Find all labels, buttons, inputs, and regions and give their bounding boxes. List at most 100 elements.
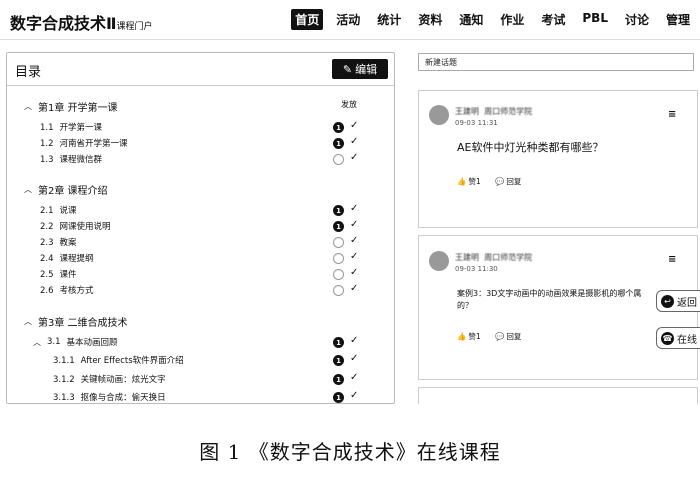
chevron-up-icon[interactable]: ︿ — [24, 101, 38, 112]
post-author: 王建明 周口师范学院 — [455, 106, 532, 117]
nav-manage[interactable]: 管理 — [662, 9, 694, 30]
nav-notices[interactable]: 通知 — [455, 9, 487, 30]
back-button[interactable]: ↩ 返回 — [656, 290, 700, 312]
section-label: 考核方式 — [59, 286, 94, 296]
nav-assignments[interactable]: 作业 — [496, 9, 528, 30]
nav-exams[interactable]: 考试 — [537, 9, 569, 30]
section-1-2[interactable]: 1.2 河南省开学第一课 — [40, 137, 128, 149]
task-count-badge: 1 — [333, 337, 344, 348]
top-bar: 数字合成技术Ⅱ课程门户 首页 活动 统计 资料 通知 作业 考试 PBL 讨论 … — [0, 0, 700, 40]
check-icon[interactable]: ✓ — [350, 235, 358, 246]
chapter-1[interactable]: ︿ 第1章 开学第一课 — [24, 99, 118, 114]
section-label: 教案 — [59, 238, 77, 248]
reply-label: 回复 — [506, 177, 522, 186]
check-icon[interactable]: ✓ — [350, 267, 358, 278]
reply-button[interactable]: 💬 回复 — [495, 176, 521, 187]
section-label: 基本动画回顾 — [66, 338, 118, 348]
chapter-2[interactable]: ︿ 第2章 课程介绍 — [24, 182, 108, 197]
headset-icon: ☎ — [661, 331, 674, 345]
task-count-badge: 1 — [333, 205, 344, 216]
author-dept: 周口师范学院 — [484, 253, 533, 262]
discussion-post-1[interactable]: 王建明 周口师范学院 09-03 11:31 ≡ AE软件中灯光种类都有哪些？ … — [418, 90, 698, 228]
check-icon[interactable]: ✓ — [350, 353, 358, 364]
empty-status-icon — [333, 154, 344, 165]
edit-button[interactable]: ✎ 编辑 — [332, 59, 388, 79]
section-number: 2.5 — [40, 270, 54, 280]
section-1-3[interactable]: 1.3 课程微信群 — [40, 153, 102, 165]
section-2-4[interactable]: 2.4 课程提纲 — [40, 252, 94, 264]
task-count-badge: 1 — [333, 221, 344, 232]
main-nav: 首页 活动 统计 资料 通知 作业 考试 PBL 讨论 管理 — [282, 9, 694, 30]
section-number: 2.2 — [40, 222, 54, 232]
check-icon[interactable]: ✓ — [350, 120, 358, 131]
nav-pbl[interactable]: PBL — [578, 9, 612, 30]
post-author: 王建明 周口师范学院 — [455, 252, 532, 263]
back-icon: ↩ — [661, 294, 674, 308]
section-number: 1.3 — [40, 155, 54, 165]
check-icon[interactable]: ✓ — [350, 372, 358, 383]
section-3-1-2[interactable]: 3.1.2 关键帧动画：炫光文字 — [53, 373, 166, 385]
chevron-up-icon[interactable]: ︿ — [33, 337, 47, 348]
section-number: 2.3 — [40, 238, 54, 248]
edit-label: 编辑 — [355, 63, 378, 76]
post-question[interactable]: 案例3：3D文字动画中的动画效果是摄影机的哪个属 的？ — [457, 288, 641, 312]
section-2-1[interactable]: 2.1 说课 — [40, 204, 77, 216]
section-number: 1.1 — [40, 123, 54, 133]
check-icon[interactable]: ✓ — [350, 335, 358, 346]
back-label: 返回 — [677, 297, 697, 309]
chapter-3[interactable]: ︿ 第3章 二维合成技术 — [24, 314, 128, 329]
section-3-1[interactable]: ︿ 3.1 基本动画回顾 — [33, 336, 118, 348]
menu-icon[interactable]: ≡ — [668, 109, 676, 120]
like-button[interactable]: 👍 赞1 — [457, 331, 481, 342]
chapter-label: 第3章 二维合成技术 — [38, 318, 128, 329]
pencil-icon: ✎ — [342, 62, 353, 76]
comment-icon: 💬 — [495, 332, 505, 341]
check-icon[interactable]: ✓ — [350, 251, 358, 262]
avatar[interactable] — [429, 251, 449, 271]
section-2-6[interactable]: 2.6 考核方式 — [40, 284, 94, 296]
nav-statistics[interactable]: 统计 — [373, 9, 405, 30]
check-icon[interactable]: ✓ — [350, 136, 358, 147]
section-number: 2.4 — [40, 254, 54, 264]
check-icon[interactable]: ✓ — [350, 390, 358, 401]
discussion-post-3[interactable] — [418, 387, 698, 404]
check-icon[interactable]: ✓ — [350, 152, 358, 163]
avatar[interactable] — [429, 105, 449, 125]
toc-header: 目录 ✎ 编辑 — [7, 53, 394, 86]
task-count-badge: 1 — [333, 138, 344, 149]
nav-home[interactable]: 首页 — [291, 9, 324, 30]
chevron-up-icon[interactable]: ︿ — [24, 184, 38, 195]
online-support-button[interactable]: ☎ 在线 — [656, 327, 700, 349]
nav-discussion[interactable]: 讨论 — [621, 9, 653, 30]
like-button[interactable]: 👍 赞1 — [457, 176, 481, 187]
check-icon[interactable]: ✓ — [350, 219, 358, 230]
author-name: 王建明 — [455, 253, 479, 262]
like-count: 赞1 — [468, 332, 481, 341]
section-2-2[interactable]: 2.2 网课使用说明 — [40, 220, 111, 232]
section-2-3[interactable]: 2.3 教案 — [40, 236, 77, 248]
check-icon[interactable]: ✓ — [350, 283, 358, 294]
check-icon[interactable]: ✓ — [350, 203, 358, 214]
section-3-1-1[interactable]: 3.1.1 After Effects软件界面介绍 — [53, 354, 184, 366]
section-1-1[interactable]: 1.1 开学第一课 — [40, 121, 102, 133]
section-label: 关键帧动画：炫光文字 — [80, 375, 166, 385]
section-number: 3.1.2 — [53, 375, 75, 385]
section-label: 课程微信群 — [59, 155, 103, 165]
section-number: 3.1.1 — [53, 356, 75, 366]
post-question[interactable]: AE软件中灯光种类都有哪些？ — [457, 139, 603, 155]
menu-icon[interactable]: ≡ — [668, 254, 676, 265]
author-name: 王建明 — [455, 107, 479, 116]
section-3-1-3[interactable]: 3.1.3 抠像与合成：偷天换日 — [53, 391, 166, 403]
nav-activities[interactable]: 活动 — [332, 9, 364, 30]
thumbs-up-icon: 👍 — [457, 332, 467, 341]
reply-button[interactable]: 💬 回复 — [495, 331, 521, 342]
post-time: 09-03 11:30 — [455, 265, 498, 273]
chevron-up-icon[interactable]: ︿ — [24, 316, 38, 327]
course-title[interactable]: 数字合成技术Ⅱ课程门户 — [10, 10, 153, 34]
new-topic-input[interactable]: 新建话题 — [418, 53, 694, 71]
section-label: 说课 — [59, 206, 77, 216]
task-count-badge: 1 — [333, 122, 344, 133]
section-2-5[interactable]: 2.5 课件 — [40, 268, 77, 280]
section-label: After Effects软件界面介绍 — [80, 356, 184, 366]
nav-resources[interactable]: 资料 — [414, 9, 446, 30]
